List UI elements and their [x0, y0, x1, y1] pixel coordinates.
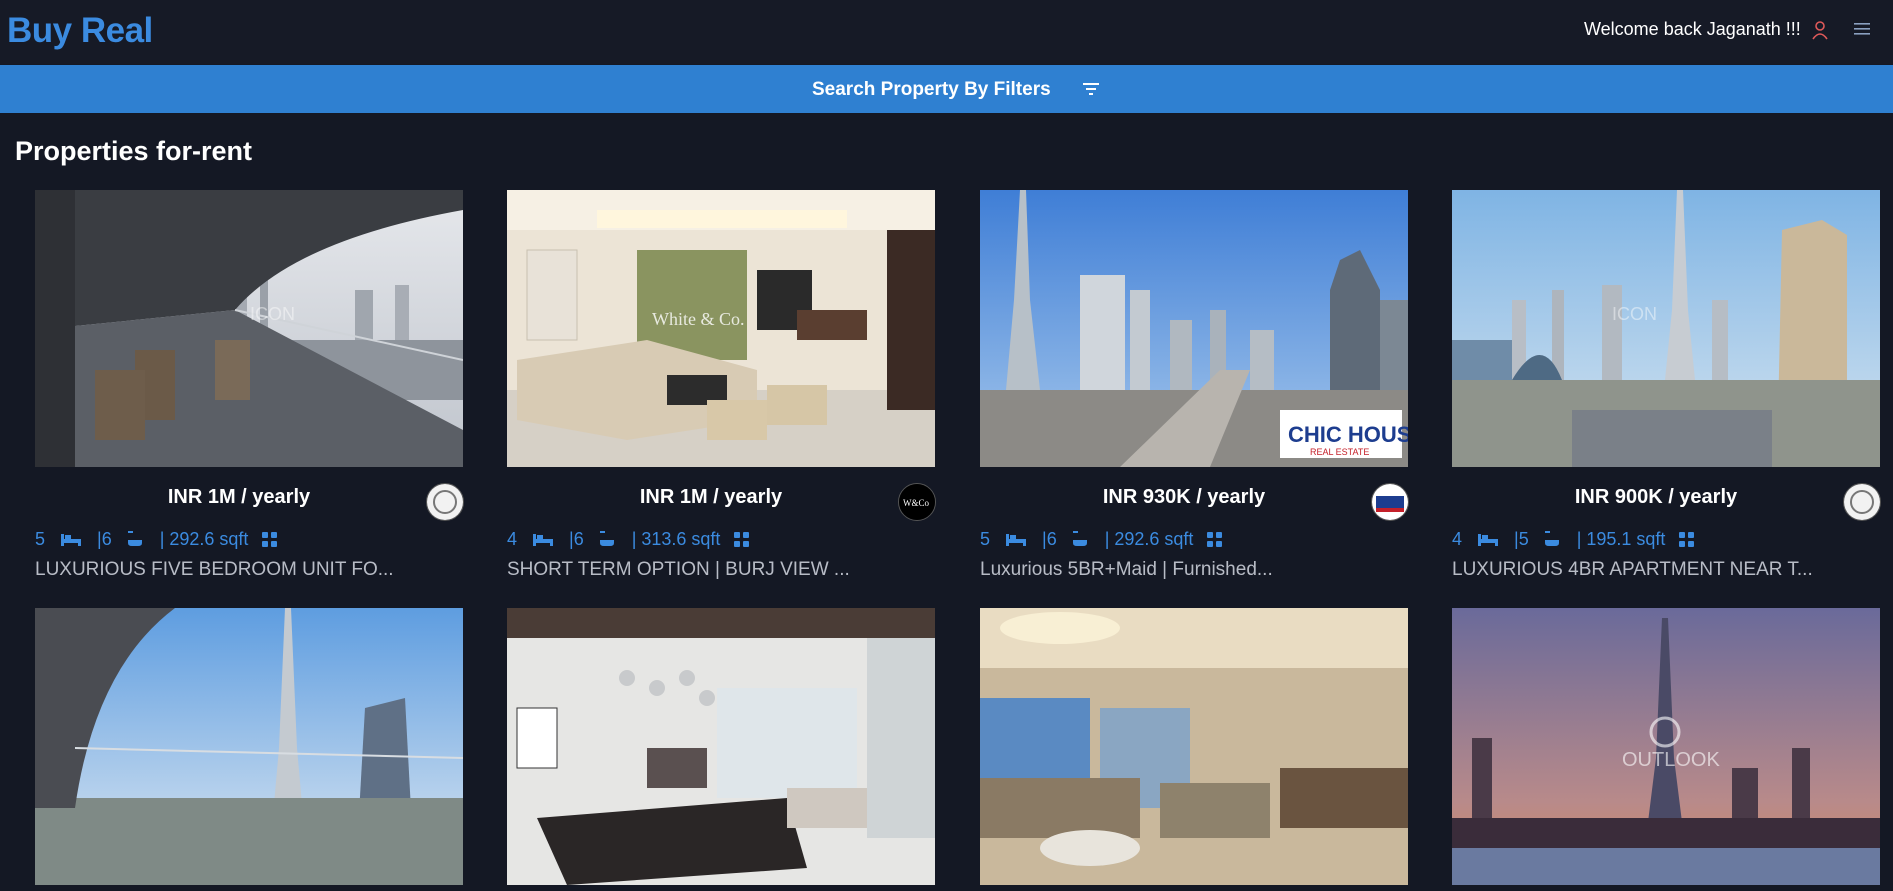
search-filters-label: Search Property By Filters — [812, 79, 1051, 100]
agency-logo[interactable] — [426, 483, 464, 521]
rooms-count: 5 — [35, 528, 46, 549]
bath-icon — [1544, 531, 1559, 546]
rooms-count: 5 — [980, 528, 991, 549]
area-value: | 292.6 sqft — [159, 528, 249, 549]
watermark-subtext: REAL ESTATE — [1310, 447, 1369, 457]
user-icon[interactable] — [1811, 20, 1829, 40]
svg-text:W&Co: W&Co — [903, 498, 929, 508]
watermark-text: CHIC HOUSE — [1288, 422, 1408, 447]
property-photo[interactable]: CHIC HOUSE REAL ESTATE — [980, 190, 1408, 467]
watermark-text: ICON — [1612, 304, 1657, 324]
bed-icon — [533, 534, 554, 546]
property-photo[interactable]: ICON — [1452, 190, 1880, 467]
grid-icon — [1679, 531, 1695, 547]
brand-logo[interactable]: Buy Real — [7, 11, 153, 51]
rooms-count: 4 — [1452, 528, 1463, 549]
property-stats: 5 |6 | 292.6 sqft — [35, 528, 293, 550]
bath-icon — [599, 531, 614, 546]
filter-icon — [1083, 83, 1099, 95]
welcome-message: Welcome back Jaganath !!! — [1584, 19, 1801, 39]
baths-count: |6 — [97, 528, 112, 549]
property-photo[interactable] — [507, 608, 935, 885]
property-title[interactable]: Luxurious 5BR+Maid | Furnished... — [980, 559, 1273, 581]
agency-logo[interactable] — [1371, 483, 1409, 521]
property-photo[interactable] — [35, 608, 463, 885]
bath-icon — [127, 531, 142, 546]
bed-icon — [1478, 534, 1499, 546]
watermark-text: ICON — [250, 304, 295, 324]
search-filters-bar[interactable]: Search Property By Filters — [0, 65, 1893, 113]
top-navbar: Buy Real Welcome back Jaganath !!! — [0, 0, 1893, 64]
property-photo[interactable]: White & Co. — [507, 190, 935, 467]
watermark-text: White & Co. — [652, 309, 745, 329]
property-title[interactable]: LUXURIOUS 4BR APARTMENT NEAR T... — [1452, 559, 1813, 581]
area-value: | 195.1 sqft — [1576, 528, 1666, 549]
property-photo[interactable]: OUTLOOK — [1452, 608, 1880, 885]
area-value: | 292.6 sqft — [1104, 528, 1194, 549]
grid-icon — [734, 531, 750, 547]
baths-count: |6 — [569, 528, 584, 549]
bath-icon — [1072, 531, 1087, 546]
watermark-text: OUTLOOK — [1622, 749, 1720, 771]
price-label: INR 930K / yearly — [1102, 486, 1266, 508]
bed-icon — [61, 534, 82, 546]
price-label: INR 1M / yearly — [167, 486, 311, 508]
section-title: Properties for-rent — [15, 136, 253, 166]
property-stats: 4 |6 | 313.6 sqft — [507, 528, 765, 550]
grid-icon — [1207, 531, 1223, 547]
property-title[interactable]: SHORT TERM OPTION | BURJ VIEW ... — [507, 559, 850, 581]
area-value: | 313.6 sqft — [631, 528, 721, 549]
baths-count: |6 — [1042, 528, 1057, 549]
agency-logo[interactable]: W&Co — [898, 483, 936, 521]
price-label: INR 900K / yearly — [1574, 486, 1738, 508]
agency-logo[interactable] — [1843, 483, 1881, 521]
grid-icon — [262, 531, 278, 547]
baths-count: |5 — [1514, 528, 1529, 549]
property-photo[interactable]: ICON — [35, 190, 463, 467]
property-title[interactable]: LUXURIOUS FIVE BEDROOM UNIT FO... — [35, 559, 394, 581]
price-label: INR 1M / yearly — [639, 486, 783, 508]
property-stats: 4 |5 | 195.1 sqft — [1452, 528, 1710, 550]
property-photo[interactable] — [980, 608, 1408, 885]
bed-icon — [1006, 534, 1027, 546]
rooms-count: 4 — [507, 528, 518, 549]
property-stats: 5 |6 | 292.6 sqft — [980, 528, 1238, 550]
hamburger-menu-icon[interactable] — [1854, 22, 1870, 36]
